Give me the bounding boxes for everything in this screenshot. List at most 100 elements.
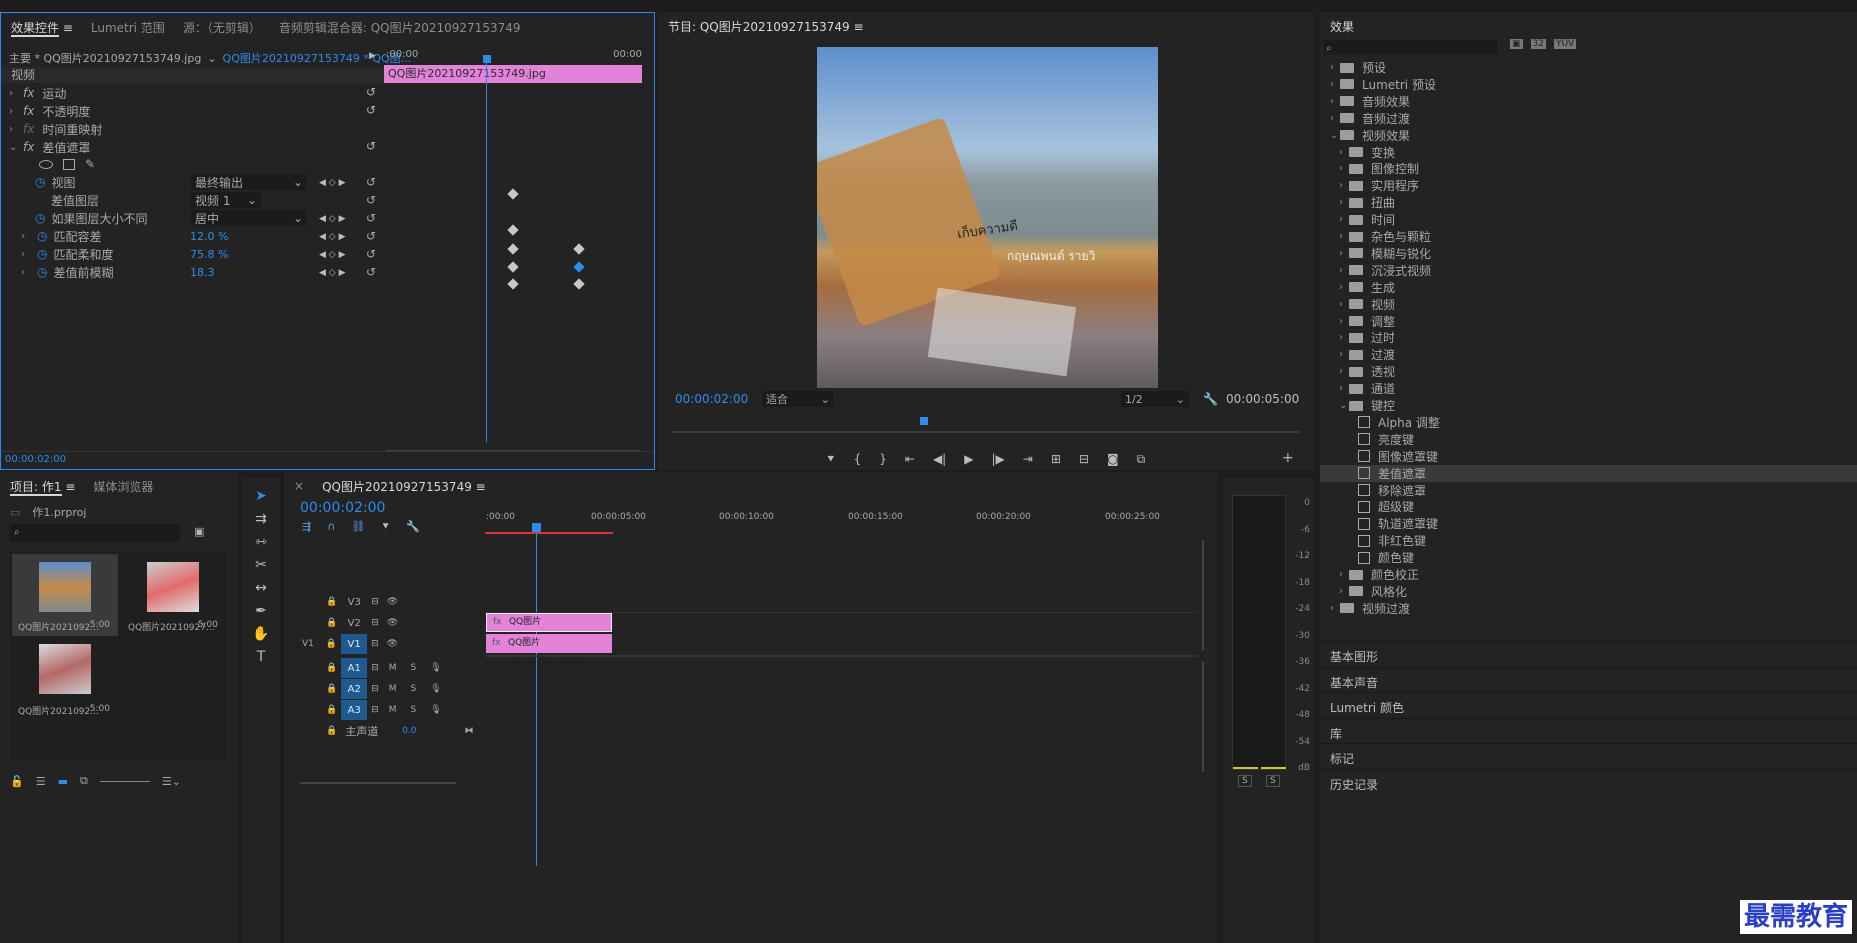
settings-wrench-icon[interactable]: 🔧 [406, 520, 420, 534]
chevron-right-icon[interactable]: › [1339, 332, 1349, 343]
sync-lock-icon[interactable]: ⊟ [371, 705, 379, 715]
horizontal-zoom-bar[interactable] [300, 782, 456, 784]
play-icon[interactable]: ▶ [964, 452, 973, 467]
chevron-right-icon[interactable]: › [1339, 316, 1349, 327]
project-search-input[interactable]: ⌕ [10, 524, 180, 542]
chevron-right-icon[interactable]: › [1330, 62, 1340, 73]
chevron-right-icon[interactable]: › [1339, 586, 1349, 597]
mute-button[interactable]: M [389, 663, 397, 673]
mic-icon[interactable]: 🎙 [430, 663, 441, 673]
keyframe[interactable] [507, 224, 519, 236]
eye-icon[interactable]: 👁 [387, 639, 398, 649]
effects-tree-item[interactable]: › 通道 [1320, 380, 1857, 397]
keyframe[interactable] [573, 278, 585, 290]
chevron-right-icon[interactable]: › [1339, 349, 1349, 360]
step-back-icon[interactable]: ◀| [933, 452, 946, 467]
effects-tree-item[interactable]: › 模糊与锐化 [1320, 245, 1857, 262]
program-title[interactable]: 节目: QQ图片20210927153749 ≡ [668, 18, 864, 35]
match-tolerance-value[interactable]: 12.0 % [190, 226, 228, 246]
effects-tree-item[interactable]: 图像遮罩键 [1320, 448, 1857, 465]
keyframe-nav-column[interactable]: ◀ ◇ ▶ ◀ ◇ ▶ ◀ ◇ ▶ ◀ ◇ ▶ ◀ ◇ ▶ [319, 174, 346, 282]
lock-icon[interactable]: 🔒 [326, 705, 337, 715]
solo-left-button[interactable]: S [1238, 775, 1252, 787]
work-area-bar[interactable] [485, 532, 613, 534]
chevron-right-icon[interactable]: › [1339, 231, 1349, 242]
lock-icon[interactable]: 🔒 [326, 618, 337, 628]
sort-icon[interactable]: ☰⌄ [162, 775, 181, 788]
ec-clip-bar[interactable]: QQ图片20210927153749.jpg [384, 65, 642, 83]
project-item[interactable]: QQ图片20210927... 5:00 [122, 554, 226, 636]
program-timecode[interactable]: 00:00:02:00 [675, 389, 748, 409]
effects-tree-item[interactable]: › 扭曲 [1320, 194, 1857, 211]
tab-audio-mixer[interactable]: 音频剪辑混合器: QQ图片20210927153749 [279, 19, 521, 36]
ellipse-mask-icon[interactable] [39, 159, 53, 169]
stopwatch-icon[interactable]: ◷ [37, 247, 47, 261]
layer-size-dropdown[interactable]: 居中 ⌄ [191, 210, 307, 226]
audio-scrollbar[interactable] [1202, 662, 1204, 772]
list-view-icon[interactable]: ☰ [36, 775, 46, 788]
tab-lumetri-scopes[interactable]: Lumetri 范围 [91, 19, 165, 36]
stopwatch-icon[interactable]: ◷ [35, 175, 45, 189]
tab-effect-controls[interactable]: 效果控件 ≡ [11, 19, 73, 37]
marker-icon[interactable]: ⯆ [826, 452, 836, 467]
effects-tree-item[interactable]: ⌄ 视频效果 [1320, 127, 1857, 144]
effects-tree-item[interactable]: › 变换 [1320, 144, 1857, 161]
compare-icon[interactable]: ⧉ [1137, 452, 1146, 467]
chevron-right-icon[interactable]: › [1339, 282, 1349, 293]
view-dropdown[interactable]: 最终输出 ⌄ [191, 174, 307, 190]
chevron-right-icon[interactable]: › [1330, 603, 1340, 614]
nest-icon[interactable]: ⇶ [302, 520, 311, 534]
fx-motion[interactable]: › fx 运动 [9, 83, 66, 103]
project-item[interactable]: QQ图片2021092... 5:00 [12, 642, 118, 724]
effects-section-5[interactable]: 历史记录 [1320, 768, 1857, 799]
fit-dropdown[interactable]: 适合 ⌄ [762, 391, 834, 407]
chevron-right-icon[interactable]: › [1339, 569, 1349, 580]
stopwatch-icon[interactable]: ◷ [35, 211, 45, 225]
effects-tree-item[interactable]: 差值遮罩 [1320, 464, 1857, 482]
effects-tree-item[interactable]: › 视频 [1320, 296, 1857, 313]
mark-out-icon[interactable]: } [879, 452, 887, 467]
sequence-tab[interactable]: QQ图片20210927153749 ≡ [322, 478, 486, 495]
ec-timecode[interactable]: 00:00:02:00 [1, 451, 654, 469]
effects-tree-item[interactable]: › 杂色与颗粒 [1320, 228, 1857, 245]
chevron-right-icon[interactable]: › [1339, 180, 1349, 191]
lock-icon[interactable]: 🔓 [10, 775, 24, 788]
keyframe[interactable] [507, 278, 519, 290]
effects-tree-item[interactable]: 移除遮罩 [1320, 482, 1857, 499]
effects-tree-item[interactable]: 颜色键 [1320, 549, 1857, 566]
mark-in-icon[interactable]: { [854, 452, 862, 467]
go-to-in-icon[interactable]: ⇤ [905, 452, 915, 467]
effects-tree-item[interactable]: › 沉浸式视频 [1320, 262, 1857, 279]
export-frame-icon[interactable]: ◙ [1107, 452, 1119, 467]
program-playhead[interactable] [920, 417, 928, 425]
keyframe[interactable] [507, 261, 519, 273]
project-item[interactable]: QQ图片2021092... 5:00 [12, 554, 118, 636]
effects-tree-item[interactable]: › 风格化 [1320, 583, 1857, 600]
chevron-right-icon[interactable]: › [1339, 299, 1349, 310]
pen-mask-icon[interactable]: ✎ [85, 157, 95, 171]
timeline-clip-v2[interactable]: fxQQ图片20210927153749.j [486, 613, 612, 644]
effects-tree-item[interactable]: › 实用程序 [1320, 177, 1857, 194]
active-clip-label[interactable]: QQ图片20210927153749 * QQ图... [223, 50, 412, 66]
ripple-edit-tool-icon[interactable]: ⇿ [255, 534, 267, 550]
source-patch[interactable]: V1 [302, 639, 314, 649]
tab-source[interactable]: 源：（无剪辑） [183, 19, 261, 36]
slip-tool-icon[interactable]: ↔ [255, 580, 267, 596]
effects-tree-item[interactable]: › 生成 [1320, 279, 1857, 296]
ec-playhead[interactable] [486, 57, 487, 442]
add-button-icon[interactable]: + [1282, 450, 1294, 466]
timeline-clip-v1[interactable]: fx QQ图片20210927153807.jp [486, 634, 612, 667]
effects-search-input[interactable]: ⌕ [1324, 40, 1498, 54]
solo-button[interactable]: S [411, 684, 417, 694]
timeline-ruler[interactable]: :00:00 00:00:05:00 00:00:10:00 00:00:15:… [485, 508, 1198, 536]
linked-selection-icon[interactable]: ⛓ [351, 520, 365, 534]
effects-tree-item[interactable]: › 调整 [1320, 313, 1857, 330]
razor-tool-icon[interactable]: ✂ [255, 557, 267, 573]
chevron-down-icon[interactable]: ⌄ [207, 52, 216, 65]
effects-tree-item[interactable]: › 音频过渡 [1320, 110, 1857, 127]
accelerated-effects-icon[interactable]: ▣ [1510, 39, 1523, 49]
keyframe-selected[interactable] [573, 261, 585, 273]
eye-icon[interactable]: 👁 [387, 618, 398, 628]
chevron-right-icon[interactable]: › [1339, 163, 1349, 174]
reset-icon[interactable]: ↺ [366, 85, 376, 99]
